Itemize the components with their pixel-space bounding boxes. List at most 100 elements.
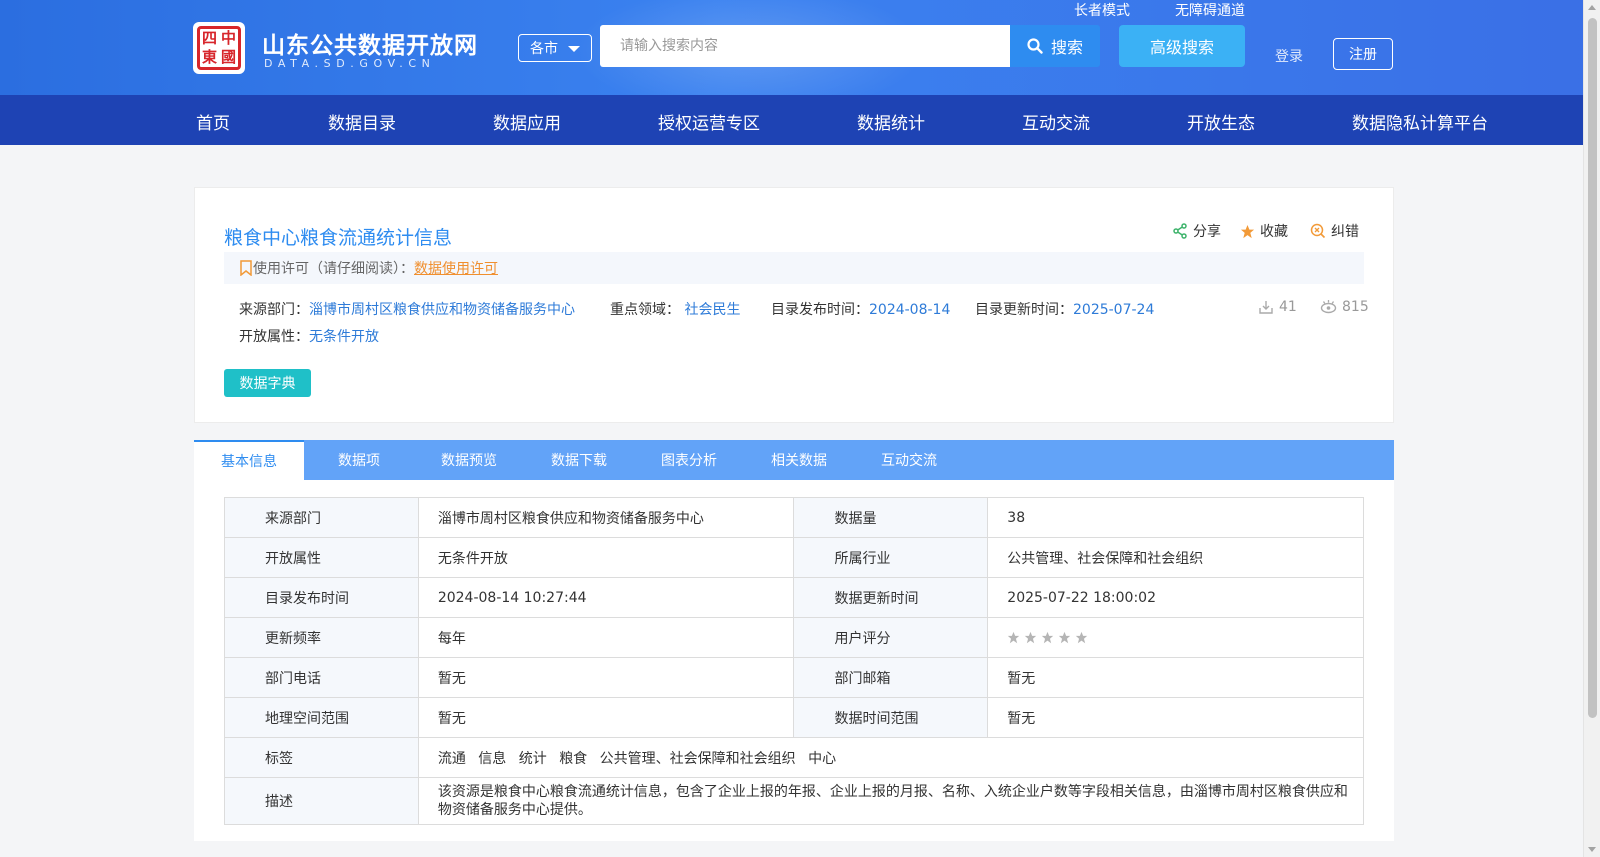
star-icon[interactable] [1007,631,1020,644]
tag-item[interactable]: 信息 [478,751,506,767]
nav-item-catalog[interactable]: 数据目录 [328,109,396,134]
info-key: 来源部门 [224,497,419,538]
detail-tabs: 基本信息 数据项 数据预览 数据下载 图表分析 相关数据 互动交流 [194,440,1394,480]
info-value: 暂无 [417,697,795,738]
view-count-value: 815 [1342,299,1369,315]
nav-item-privacy-computing[interactable]: 数据隐私计算平台 [1352,109,1488,134]
license-link[interactable]: 数据使用许可 [414,258,498,278]
star-icon[interactable] [1024,631,1037,644]
collect-button[interactable]: 收藏 [1240,221,1288,241]
tab-data-preview[interactable]: 数据预览 [414,440,524,480]
error-report-icon [1310,223,1326,239]
info-key: 开放属性 [224,537,419,578]
search-input[interactable] [600,25,1010,67]
user-rating [987,617,1364,658]
license-prefix: 使用许可（请仔细阅读）： [253,261,414,277]
tab-data-download[interactable]: 数据下载 [524,440,634,480]
info-value: 淄博市周村区粮食供应和物资储备服务中心 [417,497,795,538]
main-nav: 首页 数据目录 数据应用 授权运营专区 数据统计 互动交流 开放生态 数据隐私计… [0,95,1600,145]
report-error-button[interactable]: 纠错 [1310,221,1359,241]
scroll-up-icon[interactable] [1588,5,1596,10]
field-value[interactable]: 社会民生 [684,302,740,318]
star-icon[interactable] [1058,631,1071,644]
tag-item[interactable]: 粮食 [559,751,587,767]
description-value: 该资源是粮食中心粮食流通统计信息，包含了企业上报的年报、企业上报的月报、名称、入… [417,777,1365,825]
scroll-down-icon[interactable] [1588,847,1596,852]
info-value: 2025-07-22 18:00:02 [987,577,1364,618]
search-icon [1027,38,1043,54]
table-row: 部门电话 暂无 部门邮箱 暂无 [224,657,1364,698]
info-key: 地理空间范围 [224,697,419,738]
info-key: 标签 [224,737,419,778]
rating-stars[interactable] [1007,631,1363,644]
info-key: 所属行业 [793,537,989,578]
view-count: 815 [1320,299,1369,315]
tab-basic-info[interactable]: 基本信息 [194,440,304,480]
table-row: 目录发布时间 2024-08-14 10:27:44 数据更新时间 2025-0… [224,577,1364,618]
resource-detail-card: 粮食中心粮食流通统计信息 分享 收藏 纠错 使用许可（请仔细阅读）： 数据使用许… [194,187,1394,423]
data-dictionary-button[interactable]: 数据字典 [224,369,311,397]
login-link[interactable]: 登录 [1275,46,1303,66]
tab-data-items[interactable]: 数据项 [304,440,414,480]
open-attr-meta: 开放属性：无条件开放 [239,326,379,346]
update-date-value: 2025-07-24 [1073,302,1155,318]
open-attr-value[interactable]: 无条件开放 [309,329,379,345]
tab-related-data[interactable]: 相关数据 [744,440,854,480]
info-value: 2024-08-14 10:27:44 [417,577,795,618]
resource-title: 粮食中心粮食流通统计信息 [224,227,453,249]
info-key: 数据时间范围 [793,697,989,738]
info-key: 部门邮箱 [793,657,989,698]
info-value: 无条件开放 [417,537,795,578]
site-logo[interactable]: 四中 東國 [193,22,245,74]
report-error-label: 纠错 [1331,224,1359,240]
tag-item[interactable]: 中心 [808,751,836,767]
table-row: 来源部门 淄博市周村区粮食供应和物资储备服务中心 数据量 38 [224,497,1364,538]
table-row: 标签 流通 信息 统计 粮食 公共管理、社会保障和社会组织 中心 [224,737,1365,778]
table-row: 开放属性 无条件开放 所属行业 公共管理、社会保障和社会组织 [224,537,1364,578]
chevron-down-icon [568,46,580,52]
share-button[interactable]: 分享 [1172,221,1221,241]
nav-item-statistics[interactable]: 数据统计 [857,109,925,134]
update-date-label: 目录更新时间： [975,302,1073,318]
table-row: 更新频率 每年 用户评分 [224,617,1364,658]
site-header: 四中 東國 山东公共数据开放网 DATA.SD.GOV.CN 各市 搜索 高级搜… [0,0,1600,95]
license-bar: 使用许可（请仔细阅读）： 数据使用许可 [224,252,1364,284]
scrollbar-thumb[interactable] [1588,18,1597,718]
nav-item-interaction[interactable]: 互动交流 [1022,109,1090,134]
publish-date-label: 目录发布时间： [771,302,869,318]
info-key: 目录发布时间 [224,577,419,618]
info-key: 用户评分 [793,617,989,658]
site-subtitle: DATA.SD.GOV.CN [264,57,436,70]
nav-item-ecosystem[interactable]: 开放生态 [1187,109,1255,134]
basic-info-table: 来源部门 淄博市周村区粮食供应和物资储备服务中心 数据量 38 开放属性 无条件… [224,497,1365,825]
info-value: 公共管理、社会保障和社会组织 [987,537,1364,578]
accessibility-link[interactable]: 无障碍通道 [1175,0,1245,20]
share-icon [1173,223,1187,239]
tag-list: 流通 信息 统计 粮食 公共管理、社会保障和社会组织 中心 [417,737,1365,778]
nav-item-apps[interactable]: 数据应用 [493,109,561,134]
city-select[interactable]: 各市 [518,34,592,62]
elder-mode-link[interactable]: 长者模式 [1074,0,1130,20]
source-dept-value[interactable]: 淄博市周村区粮食供应和物资储备服务中心 [309,302,575,318]
tab-chart-analysis[interactable]: 图表分析 [634,440,744,480]
field-meta: 重点领域： 社会民生 [610,299,740,319]
nav-item-authorized-ops[interactable]: 授权运营专区 [658,109,760,134]
tag-item[interactable]: 公共管理、社会保障和社会组织 [600,751,796,767]
bookmark-icon [240,260,252,276]
collect-label: 收藏 [1260,224,1288,240]
field-label: 重点领域： [610,302,680,318]
search-button[interactable]: 搜索 [1010,25,1100,67]
nav-item-home[interactable]: 首页 [196,109,230,134]
tag-item[interactable]: 流通 [438,751,466,767]
download-count: 41 [1258,299,1297,315]
register-button[interactable]: 注册 [1333,38,1393,70]
info-key: 描述 [224,777,419,825]
download-count-value: 41 [1279,299,1297,315]
download-icon [1259,301,1273,314]
star-icon[interactable] [1075,631,1088,644]
star-icon[interactable] [1041,631,1054,644]
advanced-search-button[interactable]: 高级搜索 [1119,25,1245,67]
tab-interaction[interactable]: 互动交流 [854,440,964,480]
tag-item[interactable]: 统计 [519,751,547,767]
page-scrollbar[interactable] [1583,0,1600,857]
